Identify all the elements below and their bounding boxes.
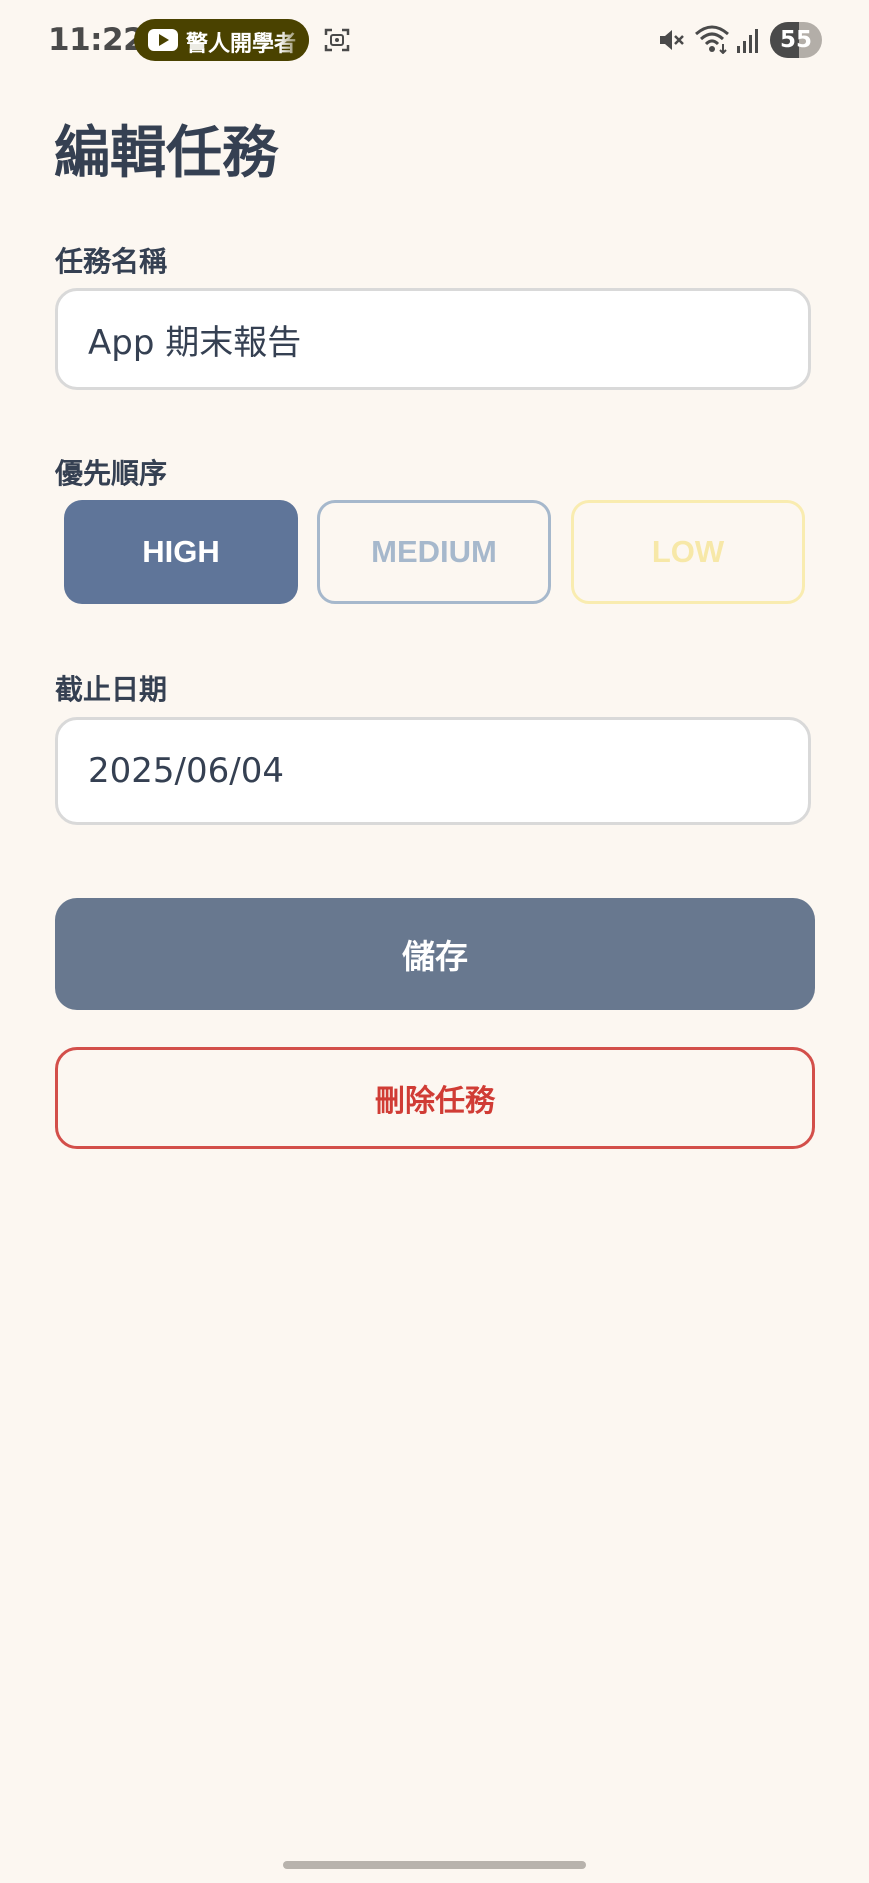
delete-task-button[interactable]: 刪除任務 [55,1047,815,1149]
due-date-value: 2025/06/04 [88,751,284,791]
youtube-notification-fade [279,19,309,61]
task-name-value: App 期末報告 [88,322,302,363]
screenshot-icon [324,28,350,52]
due-date-input[interactable]: 2025/06/04 [55,717,811,825]
battery-level: 55 [779,27,812,53]
priority-high-button[interactable]: HIGH [64,500,298,604]
priority-low-button[interactable]: LOW [571,500,805,604]
save-button[interactable]: 儲存 [55,898,815,1010]
priority-medium-button[interactable]: MEDIUM [317,500,551,604]
youtube-notification-pill[interactable]: 警人開學者 [134,19,309,61]
youtube-icon [148,29,178,51]
task-name-input[interactable]: App 期末報告 [55,288,811,390]
wifi-icon [695,25,729,54]
signal-icon [737,29,758,53]
status-bar: 11:22 警人開學者 55 [0,0,869,80]
status-time: 11:22 [48,22,145,58]
task-name-label: 任務名稱 [55,245,168,278]
priority-label: 優先順序 [55,457,168,490]
battery-icon: 55 [770,22,822,58]
due-date-label: 截止日期 [55,673,168,706]
page-title: 編輯任務 [54,121,278,186]
home-indicator[interactable] [283,1861,586,1869]
mute-icon [660,30,684,50]
